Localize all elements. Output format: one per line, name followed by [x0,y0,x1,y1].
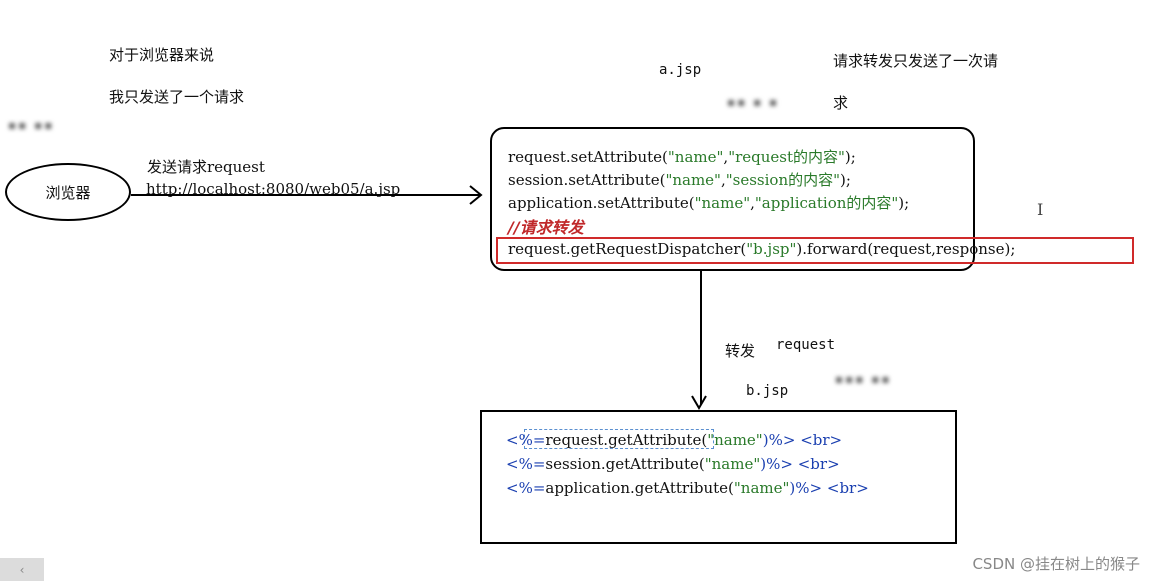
forward-arrow-sublabel: request [776,337,836,353]
request-arrow-label: 发送请求request [147,158,265,176]
browser-view-note: 对于浏览器来说 我只发送了一个请求 [109,24,244,129]
code-b-request: <%=request.getAttribute("name")%> <br> [506,431,843,449]
page-a-title: a.jsp [659,62,702,78]
request-arrow-head [469,185,483,205]
forward-note-line1: 请求转发只发送了一次请 [833,52,999,70]
watermark: CSDN @挂在树上的猴子 [972,555,1140,573]
code-b-session: <%=session.getAttribute("name")%> <br> [506,455,840,473]
forward-comment: //请求转发 [508,218,584,237]
forward-arrow-label: 转发 [725,342,756,360]
browser-label: 浏览器 [45,183,91,202]
browser-node: 浏览器 [5,163,131,221]
code-line-application: application.setAttribute("name","applica… [508,194,910,212]
browser-view-note-line2: 我只发送了一个请求 [109,88,245,106]
code-b-application: <%=application.getAttribute("name")%> <b… [506,479,869,497]
code-line-request: request.setAttribute("name","request的内容"… [508,148,856,166]
text-cursor-icon: I [1037,200,1044,219]
code-line-dispatch: request.getRequestDispatcher("b.jsp").fo… [508,240,1016,258]
blurred-fragment: ▪▪ ▪ ▪ [727,95,780,109]
browser-view-note-line1: 对于浏览器来说 [109,46,215,64]
blurred-fragment: ▪▪▪ ▪▪ [835,372,892,386]
page-b-title: b.jsp [746,383,789,399]
code-line-session: session.setAttribute("name","session的内容"… [508,171,851,189]
request-url: http://localhost:8080/web05/a.jsp [146,180,401,198]
forward-arrow-head [691,395,707,410]
forward-note-line2: 求 [833,94,849,112]
blurred-fragment: ▪▪ ▪▪ [8,118,55,132]
scroll-left-button[interactable]: ‹ [0,558,44,581]
forward-note: 请求转发只发送了一次请 求 [833,30,998,135]
